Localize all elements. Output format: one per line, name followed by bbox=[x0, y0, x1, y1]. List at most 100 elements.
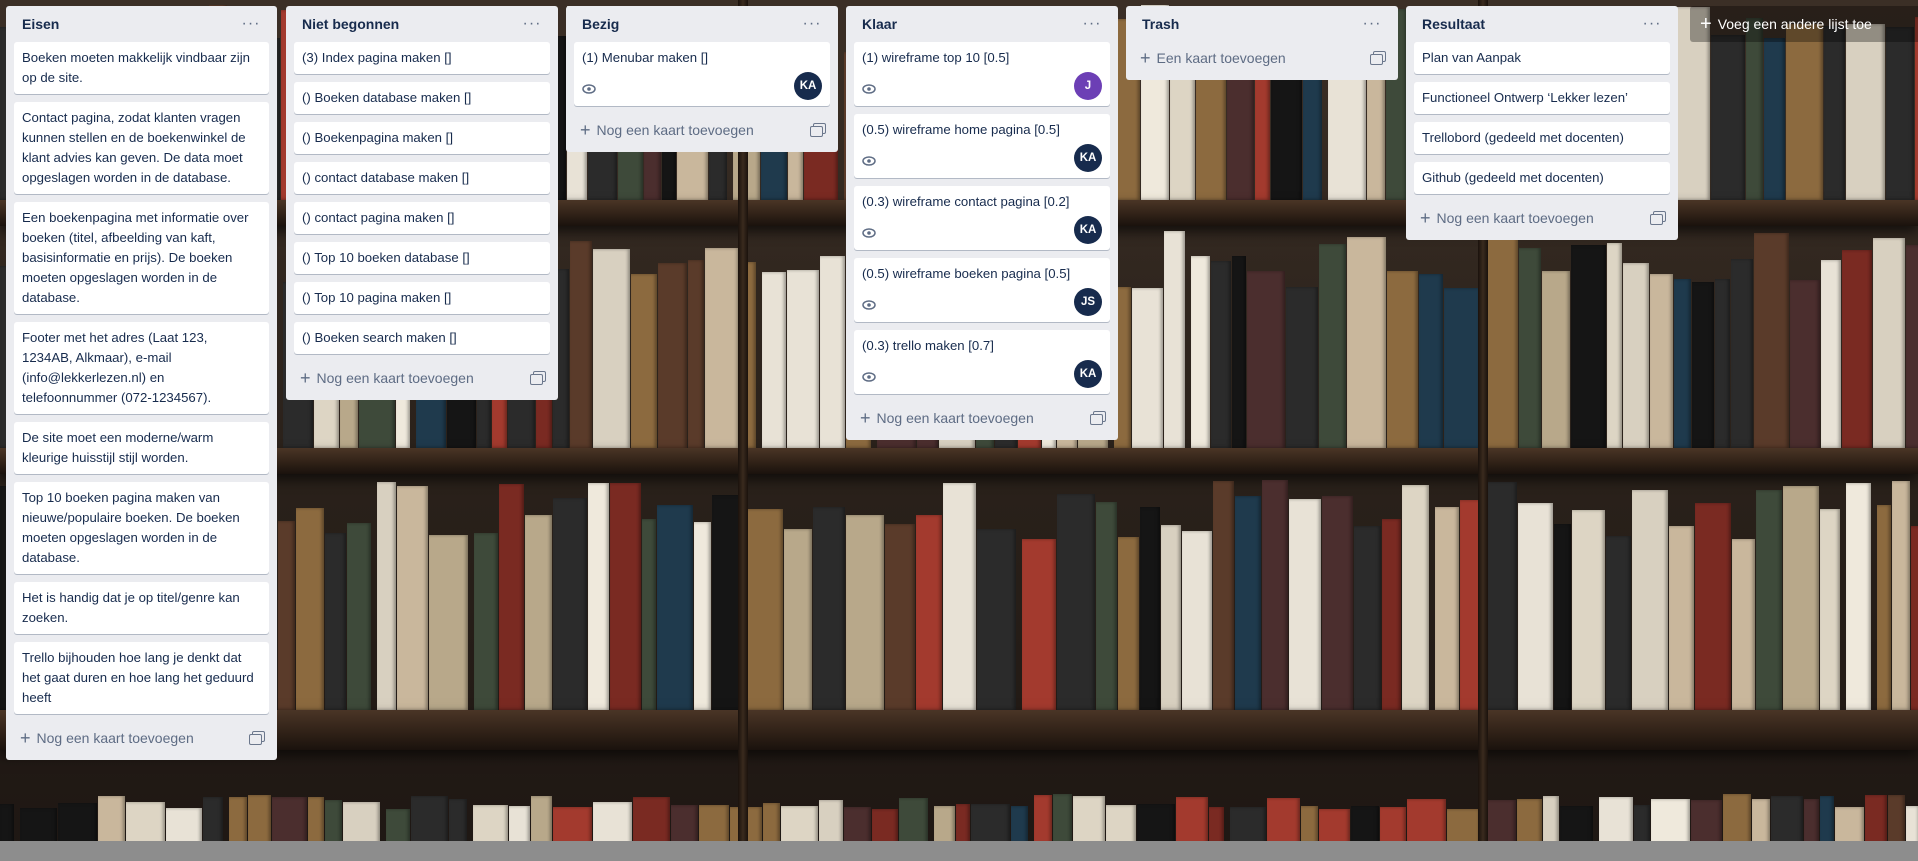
eye-icon bbox=[862, 224, 876, 244]
card-title: () contact database maken [] bbox=[302, 170, 470, 185]
list-title[interactable]: Trash bbox=[1142, 16, 1179, 32]
card[interactable]: Het is handig dat je op titel/genre kan … bbox=[14, 582, 269, 634]
card-template-icon[interactable] bbox=[1650, 211, 1666, 225]
add-card-button[interactable]: + Nog een kaart toevoegen bbox=[14, 722, 269, 754]
card-template-icon[interactable] bbox=[249, 731, 265, 745]
card-title: Github (gedeeld met docenten) bbox=[1422, 170, 1604, 185]
member-avatar[interactable]: KA bbox=[1074, 360, 1102, 388]
ellipsis-icon[interactable]: ··· bbox=[798, 12, 826, 36]
card[interactable]: Plan van Aanpak bbox=[1414, 42, 1670, 74]
card-title: (1) wireframe top 10 [0.5] bbox=[862, 50, 1010, 65]
card[interactable]: (0.3) trello maken [0.7] KA bbox=[854, 330, 1110, 394]
card[interactable]: () Boeken search maken [] bbox=[294, 322, 550, 354]
eye-icon bbox=[582, 80, 596, 100]
add-card-button[interactable]: + Nog een kaart toevoegen bbox=[854, 402, 1110, 434]
list-title[interactable]: Eisen bbox=[22, 16, 59, 32]
card-template-icon[interactable] bbox=[810, 123, 826, 137]
card-title: () Boeken database maken [] bbox=[302, 90, 472, 105]
card[interactable]: Boeken moeten makkelijk vindbaar zijn op… bbox=[14, 42, 269, 94]
card[interactable]: () Top 10 boeken database [] bbox=[294, 242, 550, 274]
card-title: Boeken moeten makkelijk vindbaar zijn op… bbox=[22, 50, 250, 85]
list-niet-begonnen[interactable]: Niet begonnen ··· (3) Index pagina maken… bbox=[286, 6, 558, 400]
card[interactable]: Trello bijhouden hoe lang je denkt dat h… bbox=[14, 642, 269, 714]
card-title: Plan van Aanpak bbox=[1422, 50, 1521, 65]
plus-icon: + bbox=[20, 728, 31, 748]
card-template-icon[interactable] bbox=[1370, 51, 1386, 65]
card-title: Trellobord (gedeeld met docenten) bbox=[1422, 130, 1624, 145]
add-card-button[interactable]: + Nog een kaart toevoegen bbox=[294, 362, 550, 394]
card-title: Een boekenpagina met informatie over boe… bbox=[22, 210, 249, 305]
member-avatar[interactable]: KA bbox=[1074, 144, 1102, 172]
card[interactable]: Een boekenpagina met informatie over boe… bbox=[14, 202, 269, 314]
list-title[interactable]: Klaar bbox=[862, 16, 897, 32]
plus-icon: + bbox=[1420, 208, 1431, 228]
card[interactable]: (0.3) wireframe contact pagina [0.2] KA bbox=[854, 186, 1110, 250]
ellipsis-icon[interactable]: ··· bbox=[1358, 12, 1386, 36]
ellipsis-icon[interactable]: ··· bbox=[237, 12, 265, 36]
card-title: Contact pagina, zodat klanten vragen kun… bbox=[22, 110, 246, 185]
list-eisen[interactable]: Eisen ··· Boeken moeten makkelijk vindba… bbox=[6, 6, 277, 760]
member-avatar[interactable]: KA bbox=[794, 72, 822, 100]
add-list-button[interactable]: + Voeg een andere lijst toe bbox=[1690, 6, 1918, 42]
card[interactable]: De site moet een moderne/warm kleurige h… bbox=[14, 422, 269, 474]
card-title: (0.5) wireframe boeken pagina [0.5] bbox=[862, 266, 1071, 281]
member-avatar[interactable]: J bbox=[1074, 72, 1102, 100]
card[interactable]: () Boekenpagina maken [] bbox=[294, 122, 550, 154]
eye-icon bbox=[862, 80, 876, 100]
card-title: Het is handig dat je op titel/genre kan … bbox=[22, 590, 240, 625]
card-template-icon[interactable] bbox=[1090, 411, 1106, 425]
card-title: () Top 10 pagina maken [] bbox=[302, 290, 452, 305]
card[interactable]: (1) Menubar maken [] KA bbox=[574, 42, 830, 106]
plus-icon: + bbox=[860, 408, 871, 428]
list-title[interactable]: Bezig bbox=[582, 16, 619, 32]
card[interactable]: () Top 10 pagina maken [] bbox=[294, 282, 550, 314]
card-title: (3) Index pagina maken [] bbox=[302, 50, 452, 65]
member-avatar[interactable]: KA bbox=[1074, 216, 1102, 244]
card[interactable]: Trellobord (gedeeld met docenten) bbox=[1414, 122, 1670, 154]
card-title: () Top 10 boeken database [] bbox=[302, 250, 470, 265]
list-title[interactable]: Niet begonnen bbox=[302, 16, 399, 32]
card[interactable]: (0.5) wireframe home pagina [0.5] KA bbox=[854, 114, 1110, 178]
card[interactable]: Github (gedeeld met docenten) bbox=[1414, 162, 1670, 194]
ellipsis-icon[interactable]: ··· bbox=[1638, 12, 1666, 36]
list-bezig[interactable]: Bezig ··· (1) Menubar maken [] KA + Nog ee… bbox=[566, 6, 838, 152]
card[interactable]: Footer met het adres (Laat 123, 1234AB, … bbox=[14, 322, 269, 414]
plus-icon: + bbox=[1140, 48, 1151, 68]
plus-icon: + bbox=[300, 368, 311, 388]
member-avatar[interactable]: JS bbox=[1074, 288, 1102, 316]
card-title: () Boeken search maken [] bbox=[302, 330, 457, 345]
card[interactable]: (0.5) wireframe boeken pagina [0.5] JS bbox=[854, 258, 1110, 322]
card[interactable]: () Boeken database maken [] bbox=[294, 82, 550, 114]
card-title: () contact pagina maken [] bbox=[302, 210, 455, 225]
card-title: () Boekenpagina maken [] bbox=[302, 130, 454, 145]
eye-icon bbox=[862, 152, 876, 172]
list-klaar[interactable]: Klaar ··· (1) wireframe top 10 [0.5] J (0.… bbox=[846, 6, 1118, 440]
ellipsis-icon[interactable]: ··· bbox=[1078, 12, 1106, 36]
eye-icon bbox=[862, 296, 876, 316]
card-title: Footer met het adres (Laat 123, 1234AB, … bbox=[22, 330, 212, 405]
card[interactable]: Contact pagina, zodat klanten vragen kun… bbox=[14, 102, 269, 194]
card-title: (1) Menubar maken [] bbox=[582, 50, 709, 65]
list-resultaat[interactable]: Resultaat ··· Plan van Aanpak Functioneel… bbox=[1406, 6, 1678, 240]
card[interactable]: () contact pagina maken [] bbox=[294, 202, 550, 234]
list-title[interactable]: Resultaat bbox=[1422, 16, 1485, 32]
eye-icon bbox=[862, 368, 876, 388]
list-trash[interactable]: Trash ··· + Een kaart toevoegen bbox=[1126, 6, 1398, 80]
card-title: (0.5) wireframe home pagina [0.5] bbox=[862, 122, 1060, 137]
card[interactable]: Top 10 boeken pagina maken van nieuwe/po… bbox=[14, 482, 269, 574]
card[interactable]: (3) Index pagina maken [] bbox=[294, 42, 550, 74]
card-title: (0.3) trello maken [0.7] bbox=[862, 338, 994, 353]
add-card-button[interactable]: + Nog een kaart toevoegen bbox=[574, 114, 830, 146]
card[interactable]: Functioneel Ontwerp ‘Lekker lezen’ bbox=[1414, 82, 1670, 114]
add-card-button[interactable]: + Nog een kaart toevoegen bbox=[1414, 202, 1670, 234]
plus-icon: + bbox=[1700, 13, 1712, 35]
card[interactable]: () contact database maken [] bbox=[294, 162, 550, 194]
card-title: (0.3) wireframe contact pagina [0.2] bbox=[862, 194, 1070, 209]
card-title: Functioneel Ontwerp ‘Lekker lezen’ bbox=[1422, 90, 1628, 105]
ellipsis-icon[interactable]: ··· bbox=[518, 12, 546, 36]
card[interactable]: (1) wireframe top 10 [0.5] J bbox=[854, 42, 1110, 106]
card-title: Top 10 boeken pagina maken van nieuwe/po… bbox=[22, 490, 240, 565]
card-title: De site moet een moderne/warm kleurige h… bbox=[22, 430, 214, 465]
card-template-icon[interactable] bbox=[530, 371, 546, 385]
add-card-button[interactable]: + Een kaart toevoegen bbox=[1134, 42, 1390, 74]
